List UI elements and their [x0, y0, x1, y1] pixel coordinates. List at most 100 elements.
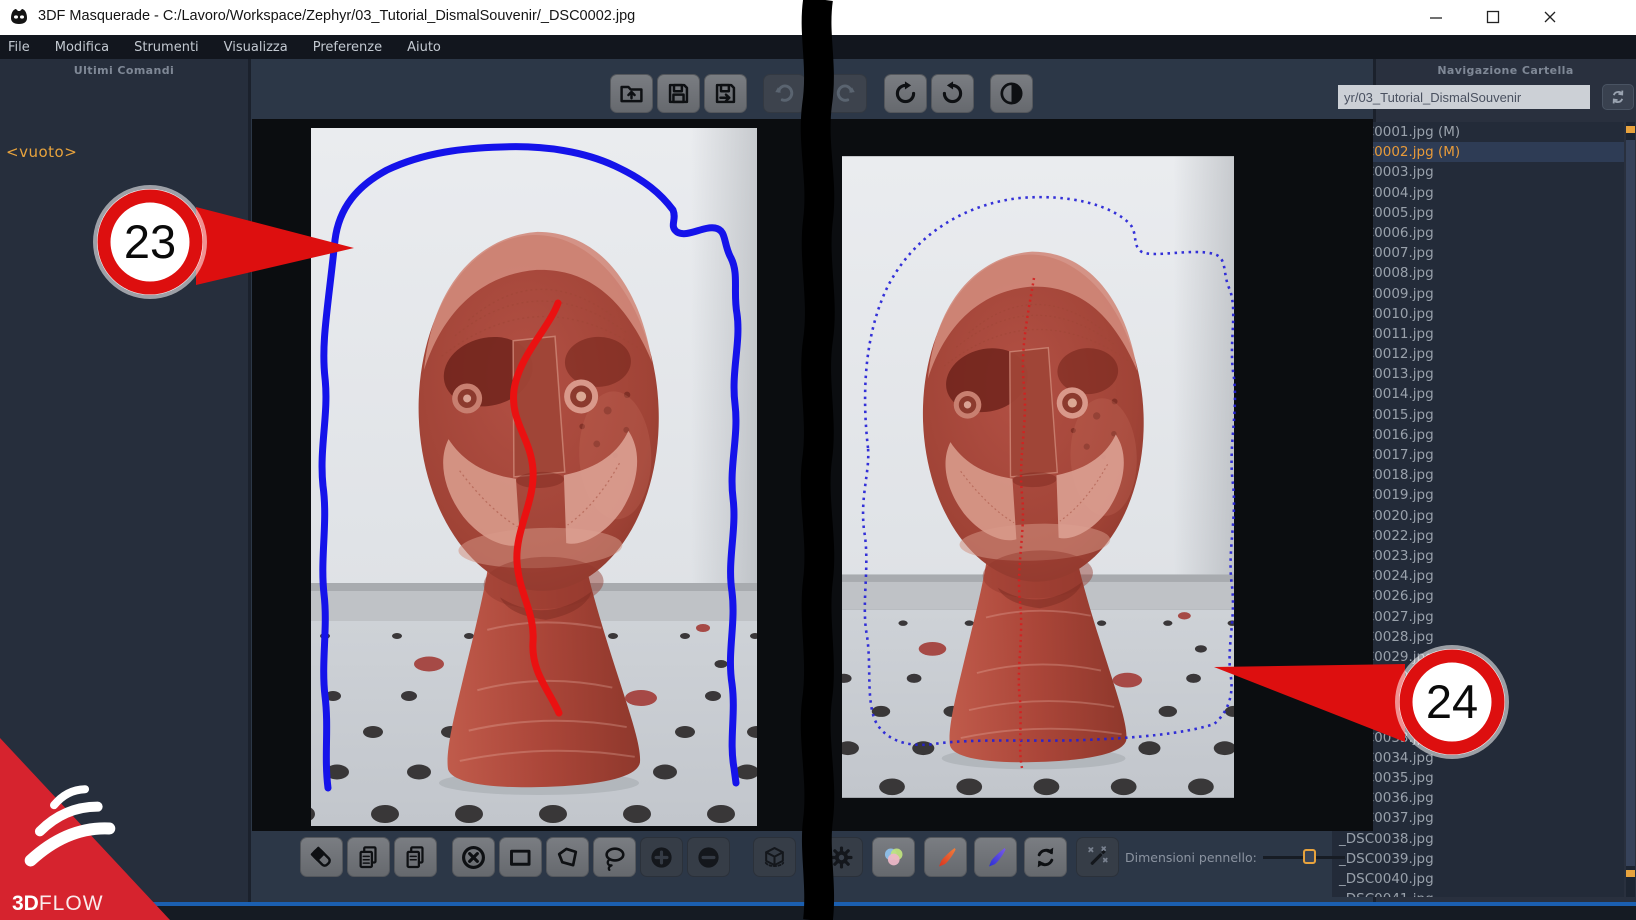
save-mask-button[interactable] [657, 74, 700, 113]
eraser-tool-button[interactable] [300, 837, 343, 877]
lasso-tool-button[interactable] [593, 837, 636, 877]
brush-size-slider[interactable] [1263, 856, 1345, 859]
file-row[interactable]: _DSC0037.jpg [1332, 808, 1624, 828]
polygon-tool-button[interactable] [546, 837, 589, 877]
file-row[interactable]: _DSC0039.jpg [1332, 849, 1624, 869]
menu-modifica[interactable]: Modifica [55, 40, 122, 55]
file-row[interactable]: _DSC0018.jpg [1332, 465, 1624, 485]
menu-visualizza[interactable]: Visualizza [224, 40, 301, 55]
menu-file[interactable]: File [8, 40, 43, 55]
file-row[interactable]: _DSC0003.jpg [1332, 162, 1624, 182]
preview-3d-button[interactable] [753, 837, 796, 877]
file-row[interactable]: _DSC0019.jpg [1332, 485, 1624, 505]
file-row[interactable]: _DSC0036.jpg [1332, 788, 1624, 808]
file-row[interactable]: _DSC0016.jpg [1332, 425, 1624, 445]
open-image-button[interactable] [610, 74, 653, 113]
brush-blue-icon [982, 844, 1009, 871]
brush-size-slider-thumb[interactable] [1303, 849, 1316, 864]
lasso-icon [601, 844, 628, 871]
brush-size-label: Dimensioni pennello: [1125, 850, 1257, 865]
rotate-ccw-button[interactable] [884, 74, 927, 113]
title-bar: 3DF Masquerade - C:/Lavoro/Workspace/Zep… [0, 0, 1636, 35]
file-row[interactable]: _DSC0033.jpg [1332, 728, 1624, 748]
file-list: _DSC0001.jpg (M)_DSC0002.jpg (M)_DSC0003… [1332, 122, 1624, 897]
last-commands-title: Ultimi Comandi [0, 64, 248, 77]
settings-button[interactable] [820, 837, 863, 877]
file-row[interactable]: _DSC0041.jpg [1332, 889, 1624, 897]
zoom-in-button[interactable] [640, 837, 683, 877]
photo-right-dotted-mask[interactable] [842, 128, 1252, 826]
file-row[interactable]: _DSC0010.jpg [1332, 304, 1624, 324]
brush-keep-blue-button[interactable] [974, 837, 1017, 877]
close-button[interactable] [1534, 2, 1566, 32]
file-row[interactable]: _DSC0001.jpg (M) [1332, 122, 1624, 142]
menu-strumenti[interactable]: Strumenti [134, 40, 212, 55]
file-row[interactable]: _DSC0011.jpg [1332, 324, 1624, 344]
file-list-scrollbar[interactable] [1626, 122, 1635, 897]
save-as-icon [712, 80, 739, 107]
file-row[interactable]: _DSC0038.jpg [1332, 829, 1624, 849]
file-row[interactable]: _DSC0027.jpg [1332, 607, 1624, 627]
file-row[interactable]: _DSC0026.jpg [1332, 586, 1624, 606]
undo-icon [771, 80, 798, 107]
file-row[interactable]: _DSC0032.jpg [1332, 707, 1624, 727]
brush-red-icon [932, 844, 959, 871]
rotate-cw-button[interactable] [931, 74, 974, 113]
rectangle-tool-button[interactable] [499, 837, 542, 877]
swap-icon [1032, 844, 1059, 871]
invert-contrast-button[interactable] [990, 74, 1033, 113]
file-row[interactable]: _DSC0017.jpg [1332, 445, 1624, 465]
refresh-folder-button[interactable] [1602, 84, 1634, 110]
scrollbar-thumb[interactable] [1626, 140, 1635, 866]
paste-mask-button[interactable] [394, 837, 437, 877]
file-row[interactable]: _DSC0035.jpg [1332, 768, 1624, 788]
file-row[interactable]: _DSC0006.jpg [1332, 223, 1624, 243]
photo-left-solid-mask[interactable] [311, 128, 757, 826]
last-commands-empty: <vuoto> [6, 143, 77, 161]
file-row[interactable]: _DSC0012.jpg [1332, 344, 1624, 364]
file-row[interactable]: _DSC0029.jpg [1332, 647, 1624, 667]
file-row[interactable]: _DSC0005.jpg [1332, 203, 1624, 223]
undo-button[interactable] [763, 74, 806, 113]
minimize-button[interactable] [1420, 2, 1452, 32]
swap-mask-button[interactable] [1024, 837, 1067, 877]
file-row[interactable]: _DSC0028.jpg [1332, 627, 1624, 647]
file-row[interactable]: _DSC0023.jpg [1332, 546, 1624, 566]
redo-button[interactable] [824, 74, 867, 113]
clear-mask-button[interactable] [452, 837, 495, 877]
redo-icon [832, 80, 859, 107]
menu-preferenze[interactable]: Preferenze [313, 40, 395, 55]
file-row[interactable]: _DSC0015.jpg [1332, 405, 1624, 425]
polygon-icon [554, 844, 581, 871]
clear-icon [460, 844, 487, 871]
file-row[interactable]: _DSC0022.jpg [1332, 526, 1624, 546]
folder-open-up-icon [618, 80, 645, 107]
file-row[interactable]: _DSC0002.jpg (M) [1332, 142, 1624, 162]
file-row[interactable]: _DSC0020.jpg [1332, 506, 1624, 526]
file-row[interactable]: _DSC0034.jpg [1332, 748, 1624, 768]
left-panel-divider [248, 59, 251, 902]
refine-wand-button[interactable] [1076, 837, 1119, 877]
file-row[interactable]: _DSC0009.jpg [1332, 284, 1624, 304]
app-mask-icon [8, 6, 30, 28]
window-title: 3DF Masquerade - C:/Lavoro/Workspace/Zep… [38, 8, 635, 24]
brush-mask-red-button[interactable] [924, 837, 967, 877]
folder-path-input[interactable] [1338, 85, 1590, 109]
file-row[interactable]: _DSC0013.jpg [1332, 364, 1624, 384]
maximize-button[interactable] [1477, 2, 1509, 32]
mask-colors-button[interactable] [872, 837, 915, 877]
file-row[interactable]: _DSC0030.jpg [1332, 667, 1624, 687]
file-row[interactable]: _DSC0024.jpg [1332, 566, 1624, 586]
file-row[interactable]: _DSC0007.jpg [1332, 243, 1624, 263]
save-mask-as-button[interactable] [704, 74, 747, 113]
menu-aiuto[interactable]: Aiuto [407, 40, 454, 55]
file-row[interactable]: _DSC0014.jpg [1332, 384, 1624, 404]
minimize-icon [1429, 10, 1443, 24]
file-row[interactable]: _DSC0040.jpg [1332, 869, 1624, 889]
zoom-out-button[interactable] [687, 837, 730, 877]
plus-icon [648, 844, 675, 871]
copy-mask-button[interactable] [347, 837, 390, 877]
file-row[interactable]: _DSC0008.jpg [1332, 263, 1624, 283]
file-row[interactable]: _DSC0031.jpg [1332, 687, 1624, 707]
file-row[interactable]: _DSC0004.jpg [1332, 183, 1624, 203]
